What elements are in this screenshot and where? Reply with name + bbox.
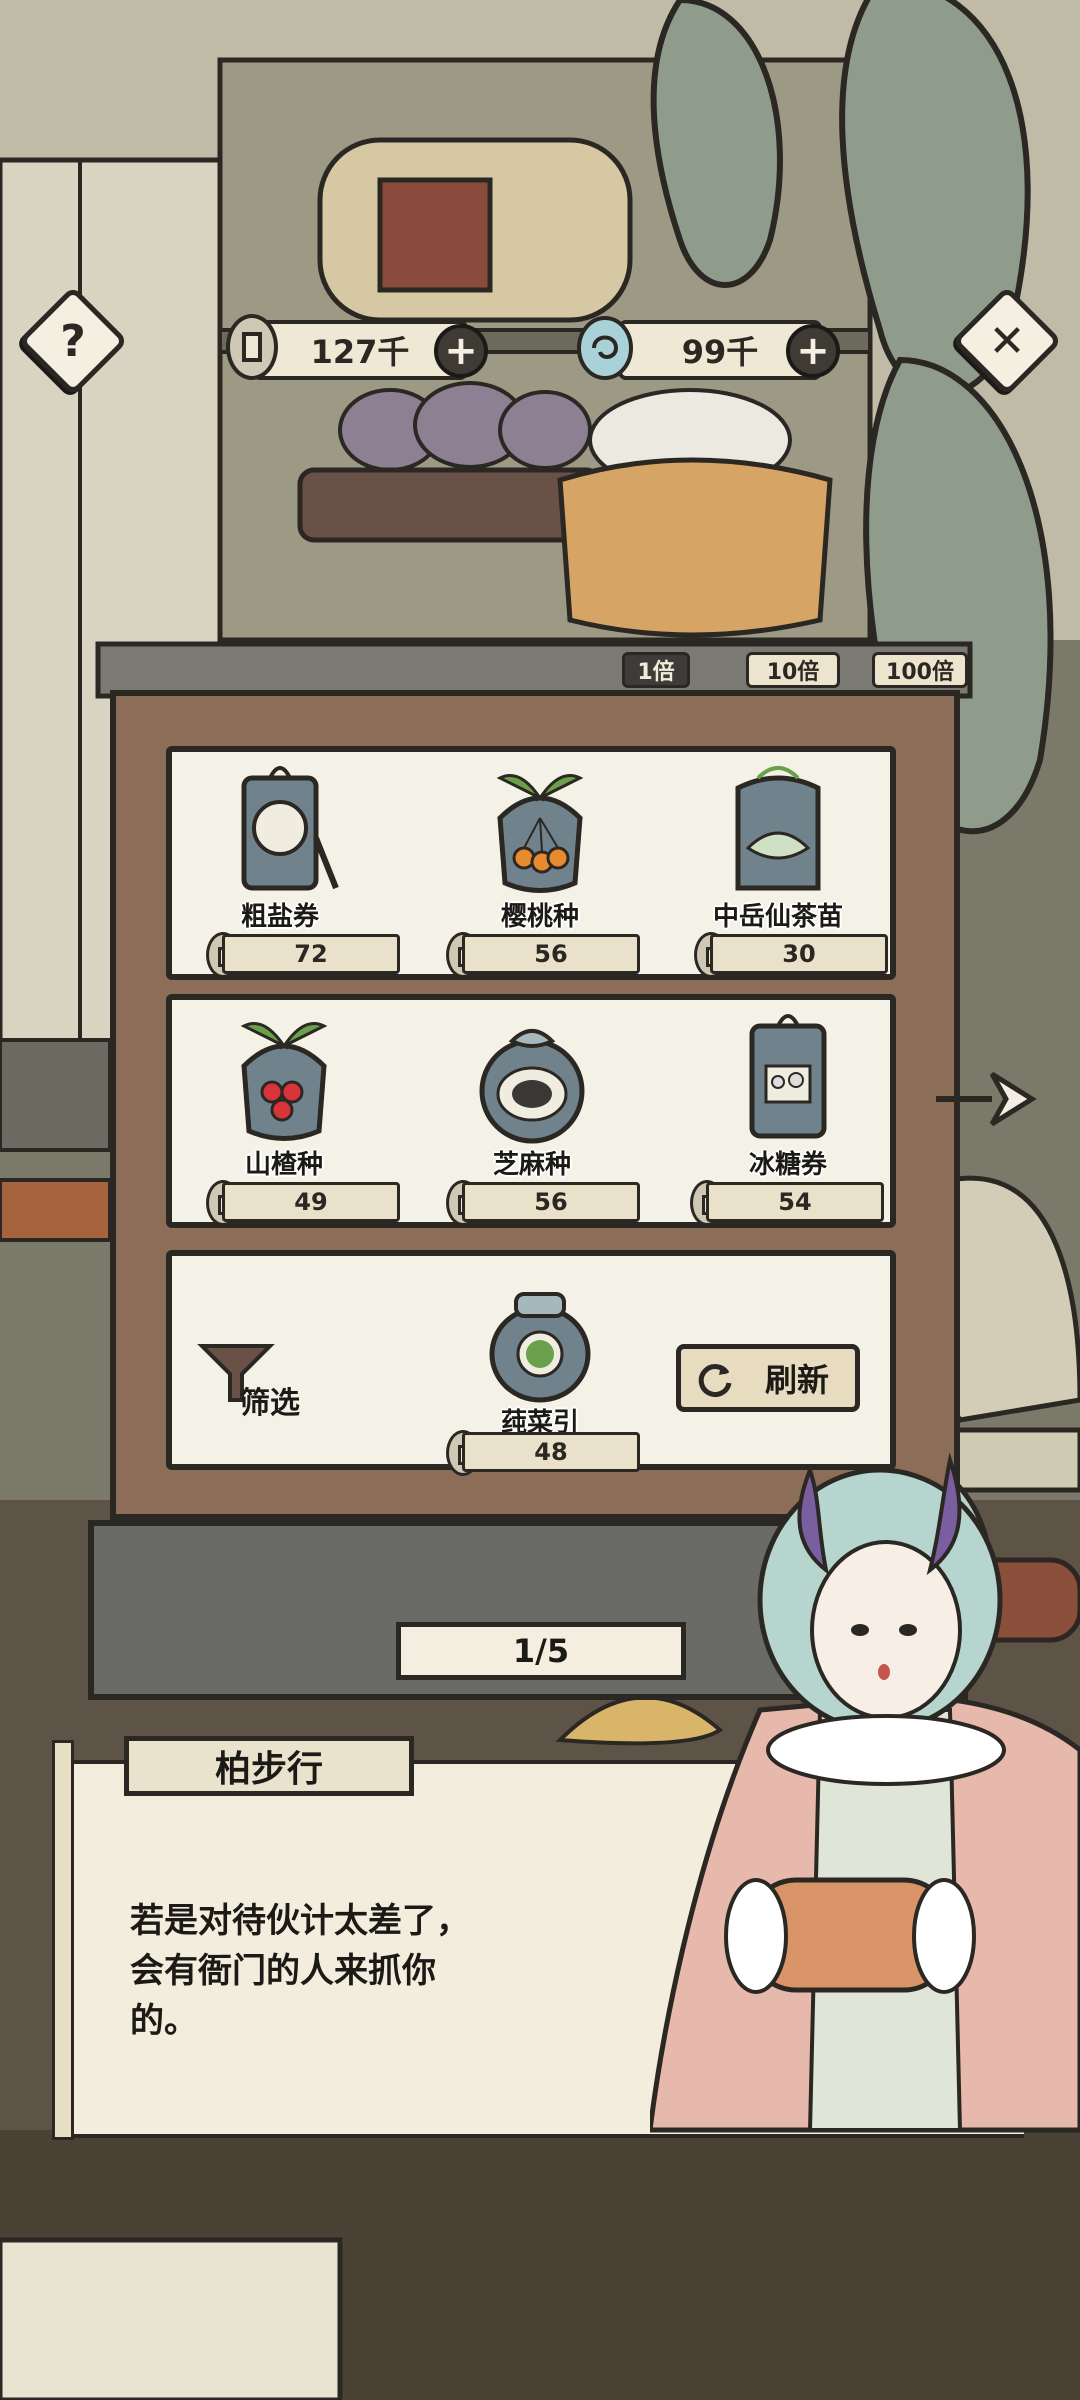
- jade-gem-icon: [577, 316, 633, 380]
- shop-item-salt-ticket[interactable]: 粗盐券: [180, 750, 380, 950]
- item-name: 粗盐券: [240, 902, 319, 932]
- shop-item-water-shield[interactable]: 莼菜引: [440, 1256, 640, 1456]
- scroll-rod-left: [52, 1740, 74, 2140]
- item-name: 樱桃种: [500, 902, 579, 932]
- copper-amount: 127千: [310, 333, 410, 371]
- jade-amount: 99千: [681, 333, 759, 371]
- water-shield-icon: [489, 1292, 591, 1403]
- cherry-seed-icon: [496, 774, 584, 893]
- refresh-button[interactable]: 刷新: [676, 1344, 860, 1412]
- item-price: 48: [462, 1432, 640, 1472]
- close-x-icon: ✕: [988, 315, 1026, 367]
- copper-coin-icon: [226, 314, 278, 380]
- speaker-name-plate: 柏步行: [124, 1736, 414, 1796]
- item-price: 56: [462, 1182, 640, 1222]
- salt-ticket-icon: [241, 766, 339, 891]
- add-copper-button[interactable]: +: [434, 324, 488, 378]
- shop-item-hawthorn-seed[interactable]: 山楂种: [184, 998, 384, 1198]
- item-name: 芝麻种: [492, 1150, 571, 1180]
- speaker-name: 柏步行: [214, 1749, 323, 1790]
- refresh-icon: [698, 1364, 732, 1398]
- refresh-label: 刷新: [764, 1361, 829, 1399]
- multiplier-1x-tab[interactable]: 1倍: [622, 652, 690, 688]
- page-indicator: 1/5: [396, 1622, 686, 1680]
- shop-item-tea-sapling[interactable]: 中岳仙茶苗: [678, 750, 878, 950]
- page-number: 1/5: [512, 1632, 570, 1670]
- npc-portrait: [650, 1452, 1080, 2133]
- sesame-seed-icon: [479, 1029, 585, 1144]
- shop-item-rock-sugar-ticket[interactable]: 冰糖券: [688, 998, 888, 1198]
- item-name: 山楂种: [244, 1150, 323, 1180]
- question-icon: ?: [60, 315, 86, 367]
- shop-item-sesame-seed[interactable]: 芝麻种: [432, 998, 632, 1198]
- hawthorn-seed-icon: [240, 1022, 328, 1141]
- filter-label: 筛选: [240, 1386, 300, 1421]
- multiplier-10x-tab[interactable]: 10倍: [746, 652, 840, 688]
- item-price: 72: [222, 934, 400, 974]
- add-jade-button[interactable]: +: [786, 324, 840, 378]
- multiplier-100x-tab[interactable]: 100倍: [872, 652, 968, 688]
- item-price: 49: [222, 1182, 400, 1222]
- tea-sapling-icon: [735, 766, 821, 891]
- dialog-text: 若是对待伙计太差了， 会有衙门的人来抓你 的。: [130, 1901, 470, 2041]
- item-price: 54: [706, 1182, 884, 1222]
- item-name: 冰糖券: [748, 1150, 827, 1180]
- item-name: 中岳仙茶苗: [712, 902, 843, 932]
- rock-sugar-ticket-icon: [749, 1014, 827, 1139]
- item-price: 30: [710, 934, 888, 974]
- item-price: 56: [462, 934, 640, 974]
- next-page-arrow-icon[interactable]: [932, 1064, 1052, 1134]
- shop-item-cherry-seed[interactable]: 樱桃种: [440, 750, 640, 950]
- filter-button[interactable]: 筛选: [196, 1338, 326, 1421]
